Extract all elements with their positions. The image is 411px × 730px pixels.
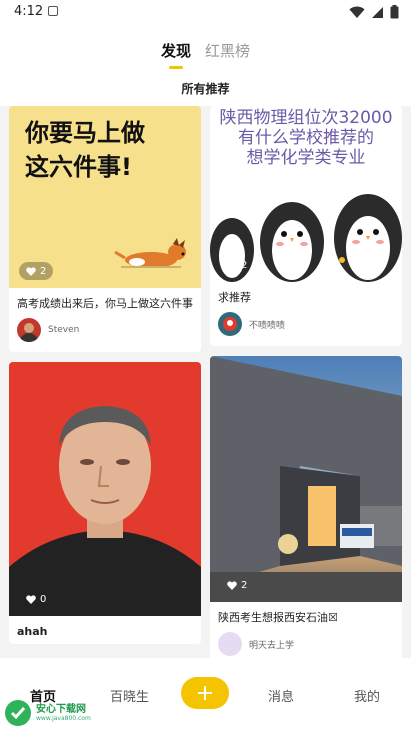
poster-line: 你要马上做 xyxy=(25,119,145,147)
like-count: 2 xyxy=(40,265,47,277)
campus-gate-photo xyxy=(210,356,402,602)
feed-column-left: 你要马上做 这六件事! 2 高考成绩出来后，你马上做这六件事 Steven 0 … xyxy=(9,106,201,654)
post-image[interactable]: 陕西物理组位次32000 有什么学校推荐的 想学化学类专业 2 xyxy=(210,106,402,282)
watermark-url: www.java800.com xyxy=(36,714,91,722)
heart-icon xyxy=(227,260,237,270)
watermark-title: 安心下载网 xyxy=(36,703,86,715)
avatar[interactable] xyxy=(218,312,242,336)
signal-icon xyxy=(372,6,383,18)
like-badge[interactable]: 2 xyxy=(220,256,254,274)
feed[interactable]: 你要马上做 这六件事! 2 高考成绩出来后，你马上做这六件事 Steven 0 … xyxy=(0,106,411,658)
author-name[interactable]: 明天去上学 xyxy=(249,638,294,651)
heart-icon xyxy=(26,594,36,604)
status-time: 4:12 xyxy=(14,4,44,19)
wifi-icon xyxy=(349,6,365,18)
avatar[interactable] xyxy=(17,318,41,342)
post-title[interactable]: 求推荐 xyxy=(210,282,402,310)
header: 发现 红黑榜 所有推荐 xyxy=(0,26,411,106)
poster-line: 这六件事! xyxy=(25,153,132,181)
post-image[interactable]: 0 xyxy=(9,362,201,616)
tab-ranking[interactable]: 红黑榜 xyxy=(205,40,250,61)
post-image[interactable]: 2 xyxy=(210,356,402,602)
author-name[interactable]: 不啧啧啧 xyxy=(249,318,285,331)
poster-line: 陕西物理组位次32000 xyxy=(219,108,393,128)
nav-me[interactable]: 我的 xyxy=(354,686,380,705)
author-name[interactable]: Steven xyxy=(48,325,79,335)
poster-cut-line xyxy=(25,106,165,116)
like-badge[interactable]: 2 xyxy=(19,262,54,280)
like-badge[interactable]: 0 xyxy=(19,590,53,608)
nav-messages[interactable]: 消息 xyxy=(268,686,294,705)
plus-icon xyxy=(198,686,212,700)
status-bar: 4:12 xyxy=(0,0,411,26)
post-author[interactable]: Steven xyxy=(9,316,201,352)
feed-column-right: 陕西物理组位次32000 有什么学校推荐的 想学化学类专业 2 求推荐 不啧啧啧… xyxy=(210,106,402,658)
post-card[interactable]: 陕西物理组位次32000 有什么学校推荐的 想学化学类专业 2 求推荐 不啧啧啧 xyxy=(210,106,402,346)
post-title[interactable]: 陕西考生想报西安石油☒ xyxy=(210,602,402,630)
poster-line: 有什么学校推荐的 xyxy=(238,128,374,148)
post-title[interactable]: 高考成绩出来后，你马上做这六件事 xyxy=(9,288,201,316)
post-image[interactable]: 你要马上做 这六件事! 2 xyxy=(9,106,201,288)
like-badge[interactable]: 2 xyxy=(220,576,254,594)
poster-line: 想学化学类专业 xyxy=(246,148,366,168)
post-card[interactable]: 你要马上做 这六件事! 2 高考成绩出来后，你马上做这六件事 Steven xyxy=(9,106,201,352)
like-count: 2 xyxy=(241,259,248,271)
post-author[interactable]: 不啧啧啧 xyxy=(210,310,402,346)
top-tabs: 发现 红黑榜 xyxy=(0,40,411,69)
watermark: 安心下载网 www.java800.com xyxy=(4,698,124,728)
shield-logo-icon xyxy=(5,700,31,726)
dog-illustration xyxy=(114,238,186,268)
battery-icon xyxy=(390,5,399,19)
tab-discover[interactable]: 发现 xyxy=(161,40,191,69)
section-title[interactable]: 所有推荐 xyxy=(0,80,411,97)
status-icons xyxy=(349,5,399,19)
heart-icon xyxy=(26,266,36,276)
post-title[interactable]: ahah xyxy=(9,616,201,644)
create-post-button[interactable] xyxy=(181,677,229,709)
like-count: 2 xyxy=(241,579,248,591)
like-count: 0 xyxy=(40,593,47,605)
post-author[interactable]: 明天去上学 xyxy=(210,630,402,658)
post-card[interactable]: 0 ahah xyxy=(9,362,201,644)
heart-icon xyxy=(227,580,237,590)
post-card[interactable]: 2 陕西考生想报西安石油☒ 明天去上学 xyxy=(210,356,402,658)
avatar[interactable] xyxy=(218,632,242,656)
notification-icon xyxy=(48,6,58,16)
portrait-photo xyxy=(9,406,201,616)
